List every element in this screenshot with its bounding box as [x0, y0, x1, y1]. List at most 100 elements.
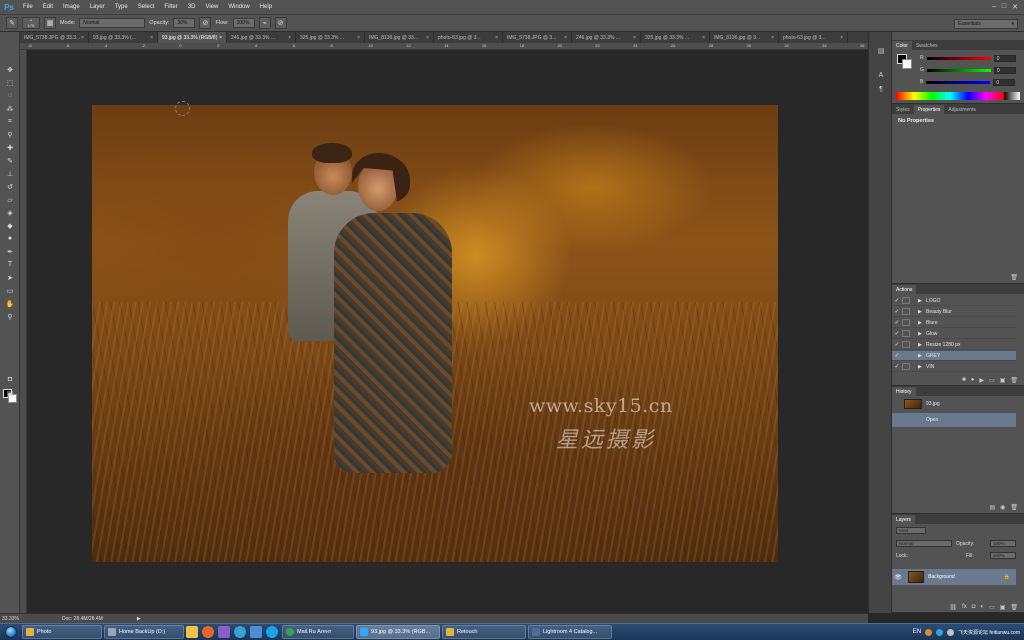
type-tool-icon[interactable]: T	[3, 259, 17, 270]
tab-doc-10[interactable]: 325.jpg @ 33.3% ... ×	[641, 32, 710, 43]
menu-image[interactable]: Image	[58, 4, 85, 10]
media-player-icon[interactable]	[218, 626, 230, 638]
green-slider[interactable]	[926, 68, 991, 72]
tab-doc-8[interactable]: IMG_5738.JPG @ 3... ×	[503, 32, 572, 43]
color-spectrum[interactable]	[896, 92, 1004, 100]
tray-app-icon[interactable]	[925, 628, 933, 636]
pen-tool-icon[interactable]: ✒	[3, 246, 17, 257]
tab-properties[interactable]: Properties	[913, 105, 945, 114]
quick-mask-icon[interactable]: ◘	[3, 374, 17, 385]
clone-stamp-tool-icon[interactable]: ⊥	[3, 168, 17, 179]
tab-doc-7[interactable]: photo-63.jpg @ 3... ×	[434, 32, 503, 43]
pressure-size-icon[interactable]: ⊘	[274, 17, 287, 29]
layer-visibility-eye-icon[interactable]: 👁	[892, 574, 904, 581]
language-indicator[interactable]: EN	[913, 629, 921, 635]
chrome-icon[interactable]	[234, 626, 246, 638]
green-value[interactable]: 0	[993, 66, 1016, 74]
blue-value[interactable]: 0	[993, 78, 1016, 86]
trash-icon[interactable]: 🗑	[1010, 274, 1018, 281]
history-snapshot[interactable]: 93.jpg	[892, 397, 1016, 411]
shape-tool-icon[interactable]: ▭	[3, 285, 17, 296]
menu-filter[interactable]: Filter	[159, 4, 182, 10]
quick-select-tool-icon[interactable]: ⁂	[3, 103, 17, 114]
taskbar-item-lightroom[interactable]: Lightroom 4 Catalog...	[528, 625, 612, 639]
paragraph-panel-icon[interactable]: ¶	[876, 84, 886, 94]
brush-size-picker[interactable]: • 175	[22, 17, 40, 29]
new-action-icon[interactable]: ▣	[1000, 377, 1006, 384]
delete-layer-icon[interactable]: 🗑	[1010, 604, 1018, 611]
menu-layer[interactable]: Layer	[85, 4, 110, 10]
record-icon[interactable]: ●	[971, 377, 975, 383]
zoom-level[interactable]: 33.33%	[0, 616, 28, 622]
layer-filter-kind[interactable]: Kind	[896, 527, 926, 534]
delete-state-icon[interactable]: 🗑	[1010, 504, 1018, 511]
firefox-icon[interactable]	[202, 626, 214, 638]
new-document-from-state-icon[interactable]: ▤	[989, 504, 995, 511]
paint-bucket-tool-icon[interactable]: ◈	[3, 207, 17, 218]
action-row-selected[interactable]: ✓ ▶ GREY	[892, 351, 1016, 361]
stop-icon[interactable]: ■	[962, 377, 966, 383]
eraser-tool-icon[interactable]: ▱	[3, 194, 17, 205]
brush-panel-toggle-icon[interactable]: ▦	[44, 17, 56, 29]
character-panel-icon[interactable]: A	[876, 70, 886, 80]
move-tool-icon[interactable]: ✥	[3, 64, 17, 75]
brush-tool-preset-icon[interactable]: ✎	[6, 17, 18, 29]
tab-swatches[interactable]: Swatches	[912, 41, 942, 50]
close-button[interactable]: ✕	[1012, 3, 1018, 11]
tab-doc-2[interactable]: 93.jpg @ 33.3% (... ×	[89, 32, 158, 43]
tab-doc-active[interactable]: 93.jpg @ 33.3% (RGB/8) ×	[158, 32, 227, 43]
crop-tool-icon[interactable]: ⌗	[3, 116, 17, 127]
flow-field[interactable]: 100%	[232, 18, 255, 28]
new-group-icon[interactable]: ▭	[989, 604, 995, 611]
menu-window[interactable]: Window	[223, 4, 254, 10]
menu-edit[interactable]: Edit	[38, 4, 58, 10]
minimize-button[interactable]: –	[992, 3, 996, 11]
add-mask-icon[interactable]: ◘	[972, 604, 976, 610]
taskbar-item-photoshop[interactable]: 93.jpg @ 33.3% (RGB...	[356, 625, 440, 639]
action-row[interactable]: ✓ ▶ Beauty Blur	[892, 307, 1016, 317]
zoom-tool-icon[interactable]: ⚲	[3, 311, 17, 322]
healing-brush-tool-icon[interactable]: ✚	[3, 142, 17, 153]
history-panel-icon[interactable]: ▤	[876, 46, 886, 56]
document-image[interactable]: www.sky15.cn 星远摄影	[92, 105, 778, 562]
horizontal-ruler[interactable]: -8 -6 -4 -2 0 2 4 6 8 10 12 14 16 18 20 22 24 26 28 30 32 34 3…	[20, 43, 868, 50]
tab-history[interactable]: History	[892, 387, 916, 396]
red-value[interactable]: 0	[993, 54, 1016, 62]
utility-icon[interactable]	[250, 626, 262, 638]
history-brush-tool-icon[interactable]: ↺	[3, 181, 17, 192]
taskbar-item-backup[interactable]: Home BackUp (D:)	[104, 625, 184, 639]
screen-mode-icon[interactable]: ▣	[3, 388, 17, 399]
taskbar-item-photo[interactable]: Photo	[22, 625, 102, 639]
tab-doc-1[interactable]: IMG_5738.JPG @ 33.3... ×	[20, 32, 89, 43]
action-row[interactable]: ✓ ▶ Resize 1280 px	[892, 340, 1016, 350]
new-snapshot-icon[interactable]: ◉	[1000, 504, 1005, 511]
dodge-tool-icon[interactable]: ●	[3, 233, 17, 244]
opacity-field[interactable]: 30%	[173, 18, 196, 28]
delete-action-icon[interactable]: 🗑	[1010, 377, 1018, 384]
menu-help[interactable]: Help	[255, 4, 277, 10]
tab-actions[interactable]: Actions	[892, 285, 917, 294]
status-menu-arrow-icon[interactable]: ▶	[137, 616, 141, 622]
menu-type[interactable]: Type	[110, 4, 133, 10]
menu-file[interactable]: File	[18, 4, 38, 10]
link-layers-icon[interactable]: ⛓	[949, 604, 957, 611]
taskbar-item-mail-agent[interactable]: Mail.Ru Агент	[282, 625, 354, 639]
mode-select[interactable]: Normal	[79, 18, 146, 28]
vertical-ruler[interactable]	[20, 50, 27, 613]
tab-layers[interactable]: Layers	[892, 515, 916, 524]
tray-volume-icon[interactable]	[947, 628, 955, 636]
blur-tool-icon[interactable]: ◆	[3, 220, 17, 231]
layer-style-icon[interactable]: fx	[962, 604, 967, 610]
new-set-icon[interactable]: ▭	[989, 377, 995, 384]
pressure-opacity-icon[interactable]: ⊘	[199, 17, 212, 29]
tab-color[interactable]: Color	[892, 41, 912, 50]
color-background-chip[interactable]	[902, 59, 912, 69]
eyedropper-tool-icon[interactable]: ⚲	[3, 129, 17, 140]
history-state-open[interactable]: Open	[892, 413, 1016, 427]
path-select-tool-icon[interactable]: ➤	[3, 272, 17, 283]
menu-view[interactable]: View	[200, 4, 223, 10]
layer-background[interactable]: 👁 Background 🔒	[892, 569, 1016, 585]
layer-opacity-field[interactable]: 100%	[990, 540, 1016, 547]
grayscale-ramp[interactable]	[1004, 92, 1020, 100]
blend-mode-select[interactable]: Normal	[896, 540, 952, 547]
